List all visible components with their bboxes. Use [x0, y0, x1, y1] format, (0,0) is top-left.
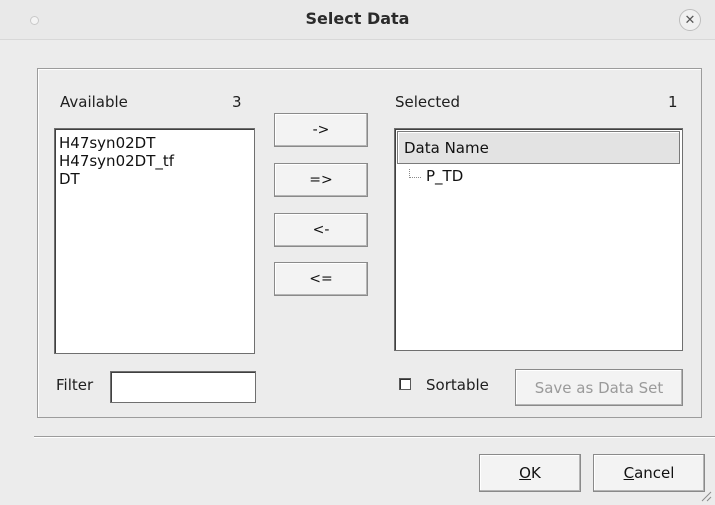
separator: [34, 436, 715, 438]
cancel-button[interactable]: Cancel: [593, 454, 705, 492]
tree-item[interactable]: P_TD: [409, 167, 463, 185]
close-icon[interactable]: ✕: [679, 9, 701, 31]
remove-selected-button[interactable]: <-: [274, 213, 368, 247]
available-list[interactable]: H47syn02DT H47syn02DT_tf DT: [54, 128, 255, 354]
save-as-data-set-button[interactable]: Save as Data Set: [515, 369, 683, 406]
available-count: 3: [232, 93, 242, 111]
selected-label: Selected: [395, 93, 461, 111]
list-item[interactable]: H47syn02DT_tf: [55, 152, 254, 170]
list-item[interactable]: H47syn02DT: [55, 134, 254, 152]
add-all-button[interactable]: =>: [274, 163, 368, 197]
resize-grip-icon[interactable]: [700, 490, 712, 502]
filter-label: Filter: [56, 376, 94, 394]
cancel-mnemonic: C: [623, 464, 635, 482]
tree-item-label: P_TD: [426, 167, 464, 185]
sortable-checkbox[interactable]: [399, 378, 411, 390]
cancel-label: ancel: [634, 464, 675, 482]
ok-mnemonic: O: [519, 464, 531, 482]
selected-count: 1: [668, 93, 678, 111]
tree-connector-icon: [409, 169, 421, 178]
sortable-label: Sortable: [426, 376, 489, 394]
list-item[interactable]: DT: [55, 170, 254, 188]
selected-tree[interactable]: Data Name P_TD: [394, 128, 683, 351]
filter-input[interactable]: [110, 371, 256, 403]
available-label: Available: [60, 93, 128, 111]
column-header-data-name[interactable]: Data Name: [397, 131, 680, 164]
window-title: Select Data: [305, 9, 410, 28]
title-bar: Select Data ✕: [0, 0, 715, 40]
ok-button[interactable]: OK: [479, 454, 581, 492]
select-data-dialog: Select Data ✕ Available 3 H47syn02DT H47…: [0, 0, 715, 505]
remove-all-button[interactable]: <=: [274, 262, 368, 296]
add-selected-button[interactable]: ->: [274, 113, 368, 147]
ok-label: K: [530, 464, 541, 482]
